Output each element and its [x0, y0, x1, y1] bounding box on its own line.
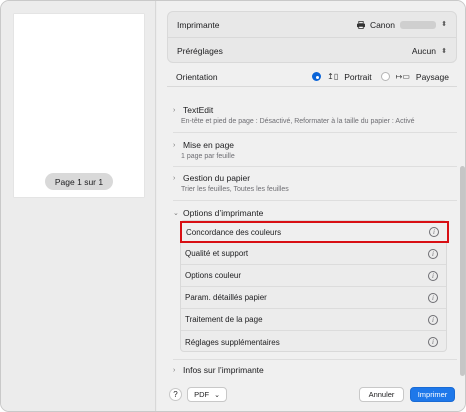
section-textedit[interactable]: › TextEdit En-tête et pied de page : Dés…: [173, 105, 453, 125]
printer-options-list: Concordance des couleurs i Qualité et su…: [180, 220, 449, 353]
settings-pane: Imprimante Canon ⬍ Préréglages Aucun ⬍ O…: [157, 1, 465, 411]
landscape-radio[interactable]: [380, 72, 390, 81]
footer-bar: ? PDF ⌄ Annuler Imprimer: [157, 383, 465, 407]
portrait-radio[interactable]: [312, 72, 322, 81]
presets-value: Aucun: [411, 46, 436, 56]
preview-pane: Page 1 sur 1: [1, 1, 156, 411]
redacted-model: [400, 20, 436, 29]
print-button[interactable]: Imprimer: [410, 387, 455, 402]
pdf-menu-button[interactable]: PDF ⌄: [187, 387, 227, 402]
divider: [173, 200, 457, 201]
info-icon[interactable]: i: [428, 292, 438, 303]
chevron-down-icon: ⌄: [214, 391, 220, 399]
orientation-label: Orientation: [176, 71, 218, 82]
option-label: Traitement de la page: [185, 315, 263, 324]
landscape-label[interactable]: Paysage: [416, 72, 449, 82]
option-label: Concordance des couleurs: [186, 227, 282, 237]
option-quality-media[interactable]: Qualité et support i: [181, 243, 446, 265]
print-dialog: Page 1 sur 1 Imprimante Canon ⬍ Prérégla: [0, 0, 466, 412]
section-subtitle: En-tête et pied de page : Désactivé, Ref…: [181, 118, 415, 125]
section-title: Options d’imprimante: [183, 208, 264, 218]
printer-row[interactable]: Imprimante Canon ⬍: [168, 12, 456, 38]
section-subtitle: Trier les feuilles, Toutes les feuilles: [181, 186, 289, 193]
scrollbar[interactable]: [460, 166, 465, 376]
landscape-icon: ↦▭: [395, 72, 410, 81]
chevron-down-icon: ⌄: [173, 210, 179, 217]
pdf-label: PDF: [194, 390, 210, 399]
chevron-right-icon: ›: [173, 366, 176, 374]
option-color-matching[interactable]: Concordance des couleurs i: [180, 221, 449, 243]
section-title: TextEdit: [183, 105, 214, 115]
orientation-row: Orientation ↥▯ Portrait ↦▭ Paysage: [167, 67, 457, 87]
chevron-right-icon: ›: [173, 106, 176, 114]
printer-label: Imprimante: [177, 19, 220, 30]
presets-select[interactable]: Aucun ⬍: [412, 46, 448, 56]
info-icon[interactable]: i: [428, 314, 438, 325]
printer-name: Canon: [369, 19, 395, 30]
divider: [173, 166, 457, 167]
section-printer-info[interactable]: › Infos sur l’imprimante: [173, 365, 453, 375]
info-icon[interactable]: i: [428, 337, 438, 347]
presets-label: Préréglages: [177, 46, 223, 56]
info-icon[interactable]: i: [429, 227, 439, 237]
section-printer-options[interactable]: ⌄ Options d’imprimante: [173, 208, 453, 218]
info-icon[interactable]: i: [428, 248, 438, 259]
help-button[interactable]: ?: [169, 388, 182, 401]
option-label: Réglages supplémentaires: [185, 337, 280, 347]
info-icon[interactable]: i: [428, 270, 438, 281]
section-title: Mise en page: [183, 140, 235, 150]
section-title: Infos sur l’imprimante: [183, 365, 264, 375]
printer-select[interactable]: Canon ⬍: [356, 20, 448, 30]
option-label: Options couleur: [185, 271, 242, 280]
option-label: Qualité et support: [185, 249, 249, 258]
printer-icon: [356, 20, 365, 29]
page-indicator[interactable]: Page 1 sur 1: [45, 173, 113, 190]
updown-chevron-icon: ⬍: [441, 21, 447, 28]
printer-presets-box: Imprimante Canon ⬍ Préréglages Aucun ⬍: [167, 11, 457, 63]
section-paper[interactable]: › Gestion du papier Trier les feuilles, …: [173, 173, 453, 193]
divider: [173, 132, 457, 133]
portrait-label[interactable]: Portrait: [344, 72, 371, 82]
section-title: Gestion du papier: [183, 173, 251, 183]
updown-chevron-icon: ⬍: [441, 47, 447, 55]
cancel-button[interactable]: Annuler: [359, 387, 404, 402]
section-subtitle: 1 page par feuille: [181, 153, 235, 160]
option-additional-settings[interactable]: Réglages supplémentaires i: [181, 331, 446, 353]
option-color-options[interactable]: Options couleur i: [181, 265, 446, 287]
option-paper-detail[interactable]: Param. détaillés papier i: [181, 287, 446, 309]
portrait-icon: ↥▯: [327, 72, 339, 81]
section-layout[interactable]: › Mise en page 1 page par feuille: [173, 140, 453, 160]
chevron-right-icon: ›: [173, 174, 176, 182]
option-label: Param. détaillés papier: [185, 293, 267, 302]
presets-row[interactable]: Préréglages Aucun ⬍: [168, 38, 456, 64]
page-preview: [14, 14, 144, 197]
chevron-right-icon: ›: [173, 141, 176, 149]
divider: [173, 359, 457, 360]
option-page-processing[interactable]: Traitement de la page i: [181, 309, 446, 331]
